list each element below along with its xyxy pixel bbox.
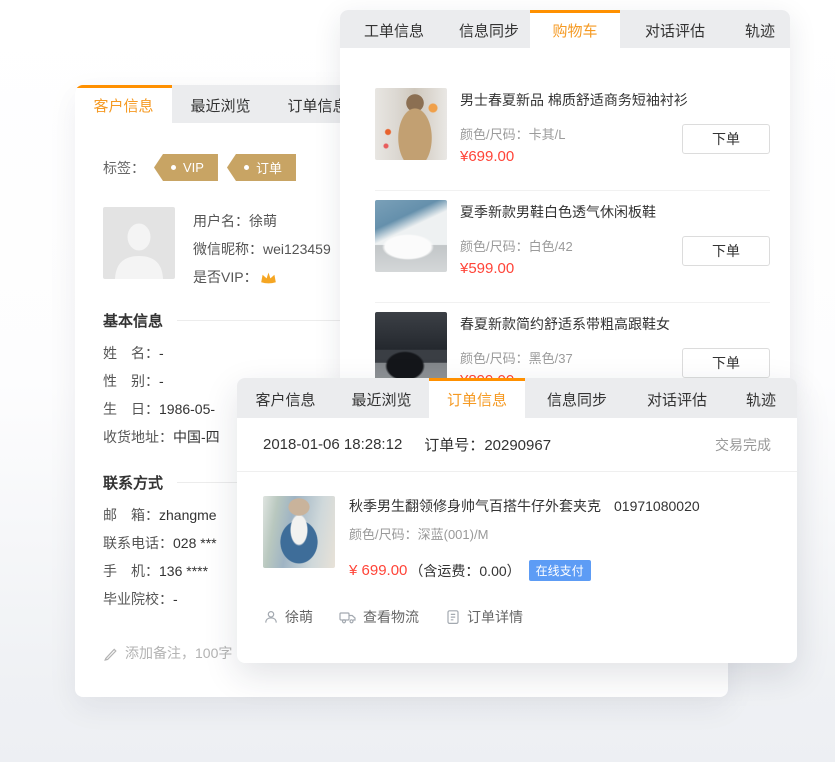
product-image-shirt bbox=[375, 88, 447, 160]
order-product-sku: 01971080020 bbox=[614, 498, 700, 514]
tab-dialog-evaluation[interactable]: 对话评估 bbox=[620, 10, 730, 48]
cart-item: 春夏新款简约舒适系带粗高跟鞋女 颜色/尺码：黑色/37 ¥899.00 下单 bbox=[375, 303, 770, 390]
place-order-button[interactable]: 下单 bbox=[682, 236, 770, 266]
cart-item: 夏季新款男鞋白色透气休闲板鞋 颜色/尺码：白色/42 ¥599.00 下单 bbox=[375, 191, 770, 303]
user-icon bbox=[263, 609, 279, 625]
cart-item-list: 男士春夏新品 棉质舒适商务短袖衬衫 颜色/尺码：卡其/L ¥699.00 下单 … bbox=[340, 48, 790, 390]
section-basic-info-title: 基本信息 bbox=[103, 310, 163, 331]
product-title: 男士春夏新品 棉质舒适商务短袖衬衫 bbox=[460, 90, 668, 110]
buyer-name: 徐萌 bbox=[285, 607, 313, 627]
order-header: 2018-01-06 18:28:12 订单号：20290967 交易完成 bbox=[237, 418, 797, 472]
tab-trajectory[interactable]: 轨迹 bbox=[725, 378, 797, 418]
tab-info-sync[interactable]: 信息同步 bbox=[448, 10, 530, 48]
tag-order: 订单 bbox=[227, 154, 296, 181]
order-shipping-note: （含运费：0.00） bbox=[409, 561, 520, 581]
wechat-row: 微信昵称：wei123459 bbox=[193, 235, 331, 263]
online-pay-badge: 在线支付 bbox=[529, 560, 591, 581]
order-item: 秋季男生翻领修身帅气百搭牛仔外套夹克01971080020 颜色/尺码：深蓝(0… bbox=[237, 472, 797, 581]
tab-work-order[interactable]: 工单信息 bbox=[340, 10, 448, 48]
tag-vip-label: VIP bbox=[183, 160, 204, 175]
crown-icon bbox=[260, 271, 277, 285]
pen-icon bbox=[103, 646, 118, 661]
tab-info-sync[interactable]: 信息同步 bbox=[525, 378, 629, 418]
place-order-button[interactable]: 下单 bbox=[682, 124, 770, 154]
tab-recent-browse[interactable]: 最近浏览 bbox=[334, 378, 429, 418]
product-image-heels bbox=[375, 312, 447, 384]
tags-label: 标签： bbox=[103, 158, 145, 178]
truck-icon bbox=[339, 609, 357, 625]
product-attr: 颜色/尺码：白色/42 bbox=[460, 236, 668, 255]
tab-customer-info[interactable]: 客户信息 bbox=[237, 378, 334, 418]
product-price: ¥699.00 bbox=[460, 148, 668, 165]
product-attr: 颜色/尺码：黑色/37 bbox=[460, 348, 668, 367]
product-image-denim-jacket bbox=[263, 496, 335, 568]
order-status: 交易完成 bbox=[715, 435, 771, 455]
document-icon bbox=[445, 609, 461, 625]
tab-recent-browse[interactable]: 最近浏览 bbox=[172, 85, 269, 123]
view-logistics-link[interactable]: 查看物流 bbox=[339, 607, 419, 627]
tag-dot-icon bbox=[244, 165, 249, 170]
order-price: ¥ 699.00 bbox=[349, 562, 407, 579]
product-attr: 颜色/尺码：卡其/L bbox=[460, 124, 668, 143]
order-panel-tabs: 客户信息 最近浏览 订单信息 信息同步 对话评估 轨迹 bbox=[237, 378, 797, 418]
tag-dot-icon bbox=[171, 165, 176, 170]
tab-trajectory[interactable]: 轨迹 bbox=[730, 10, 790, 48]
tab-customer-info[interactable]: 客户信息 bbox=[75, 85, 172, 123]
product-price: ¥599.00 bbox=[460, 260, 668, 277]
buyer-contact[interactable]: 徐萌 bbox=[263, 607, 313, 627]
username-row: 用户名：徐萌 bbox=[193, 207, 331, 235]
view-logistics-label: 查看物流 bbox=[363, 607, 419, 627]
avatar bbox=[103, 207, 175, 279]
order-actions: 徐萌 查看物流 订单详情 bbox=[237, 607, 797, 627]
order-product-title: 秋季男生翻领修身帅气百搭牛仔外套夹克01971080020 bbox=[349, 496, 700, 516]
place-order-button[interactable]: 下单 bbox=[682, 348, 770, 378]
tag-vip: VIP bbox=[154, 154, 218, 181]
vip-row: 是否VIP： bbox=[193, 263, 331, 291]
add-note-label: 添加备注，100字 bbox=[125, 643, 232, 663]
cart-item: 男士春夏新品 棉质舒适商务短袖衬衫 颜色/尺码：卡其/L ¥699.00 下单 bbox=[375, 79, 770, 191]
section-contact-title: 联系方式 bbox=[103, 472, 163, 493]
shopping-cart-panel: 工单信息 信息同步 购物车 对话评估 轨迹 男士春夏新品 棉质舒适商务短袖衬衫 … bbox=[340, 10, 790, 390]
tab-dialog-evaluation[interactable]: 对话评估 bbox=[629, 378, 725, 418]
order-detail-label: 订单详情 bbox=[467, 607, 523, 627]
order-info-panel: 客户信息 最近浏览 订单信息 信息同步 对话评估 轨迹 2018-01-06 1… bbox=[237, 378, 797, 663]
product-title: 春夏新款简约舒适系带粗高跟鞋女 bbox=[460, 314, 668, 334]
order-number: 订单号：20290967 bbox=[424, 434, 551, 455]
product-image-sneaker bbox=[375, 200, 447, 272]
cart-panel-tabs: 工单信息 信息同步 购物车 对话评估 轨迹 bbox=[340, 10, 790, 48]
tab-order-info[interactable]: 订单信息 bbox=[429, 378, 525, 418]
tag-order-label: 订单 bbox=[256, 158, 282, 177]
avatar-placeholder-icon bbox=[103, 207, 175, 279]
order-product-attr: 颜色/尺码：深蓝(001)/M bbox=[349, 524, 700, 543]
order-datetime: 2018-01-06 18:28:12 bbox=[263, 436, 402, 453]
tab-shopping-cart[interactable]: 购物车 bbox=[530, 10, 620, 48]
product-title: 夏季新款男鞋白色透气休闲板鞋 bbox=[460, 202, 668, 222]
order-detail-link[interactable]: 订单详情 bbox=[445, 607, 523, 627]
